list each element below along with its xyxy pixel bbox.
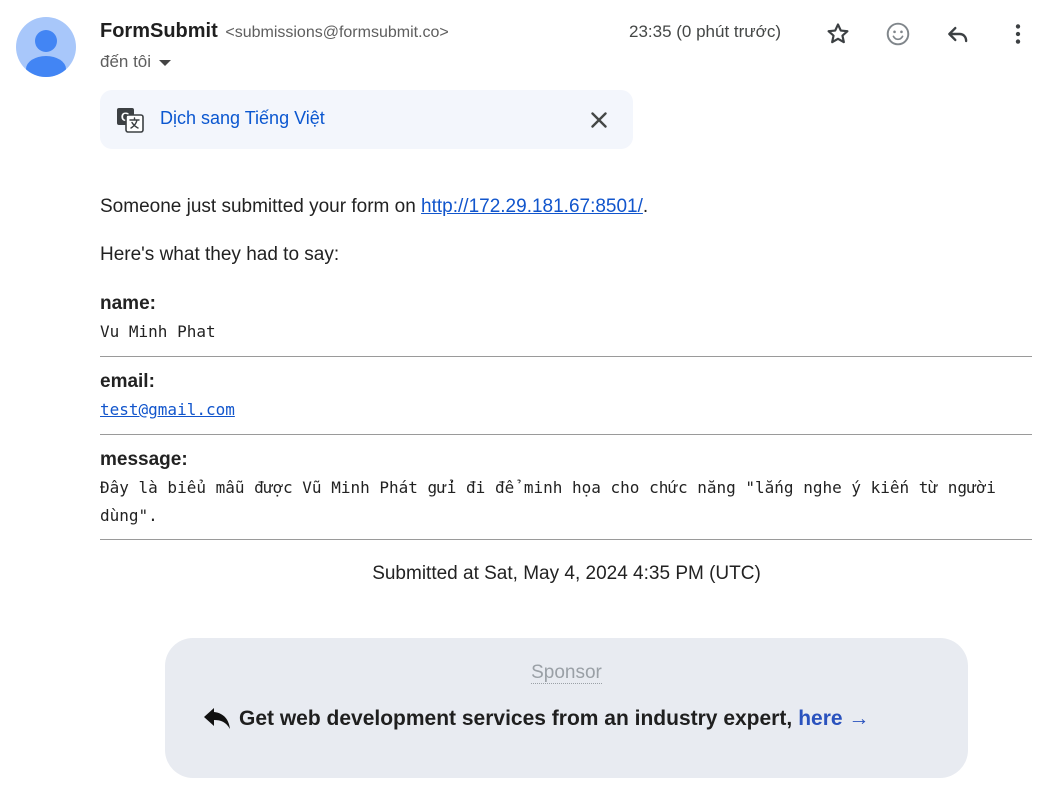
emoji-icon xyxy=(886,22,910,46)
email-value-link[interactable]: test@gmail.com xyxy=(100,400,235,419)
timestamp: 23:35 (0 phút trước) xyxy=(629,22,781,41)
email-label: email: xyxy=(100,371,155,392)
avatar-icon xyxy=(26,30,66,77)
intro-text: Someone just submitted your form on http… xyxy=(100,196,648,218)
recipient-label: đến tôi xyxy=(100,52,152,71)
star-icon xyxy=(827,23,849,44)
translate-bar: G Dịch sang Tiếng Việt xyxy=(100,90,633,149)
sender-email: <submissions@formsubmit.co> xyxy=(225,24,449,41)
reply-button[interactable] xyxy=(940,16,976,52)
sponsor-text: Get web development services from an ind… xyxy=(239,707,793,730)
recipient-details-toggle[interactable]: đến tôi xyxy=(100,52,172,72)
divider xyxy=(100,434,1032,435)
name-label: name: xyxy=(100,293,156,314)
divider xyxy=(100,356,1032,357)
sponsor-card: Sponsor Get web development services fro… xyxy=(165,638,968,778)
email-value: test@gmail.com xyxy=(100,400,235,419)
close-icon[interactable] xyxy=(586,107,612,133)
message-label: message: xyxy=(100,449,188,470)
sender-line: FormSubmit <submissions@formsubmit.co> xyxy=(100,20,449,43)
divider xyxy=(100,539,1032,540)
intro-suffix: . xyxy=(642,196,649,217)
more-icon xyxy=(1015,24,1021,44)
star-button[interactable] xyxy=(820,16,856,52)
more-options-button[interactable] xyxy=(1000,16,1036,52)
lead-text: Here's what they had to say: xyxy=(100,244,340,265)
message-value: Đây là biểu mẫu được Vũ Minh Phát gửi đi… xyxy=(100,478,996,525)
translate-icon: G xyxy=(117,108,144,133)
sender-name[interactable]: FormSubmit xyxy=(100,20,218,42)
sponsor-line: Get web development services from an ind… xyxy=(201,704,869,734)
sender-avatar[interactable] xyxy=(16,17,76,77)
add-reaction-button[interactable] xyxy=(880,16,916,52)
reply-icon xyxy=(948,26,968,43)
chevron-down-icon xyxy=(159,60,172,66)
form-url-link[interactable]: http://172.29.181.67:8501/ xyxy=(421,196,643,217)
sponsor-title-text: Sponsor xyxy=(531,662,602,684)
sponsor-title: Sponsor xyxy=(165,662,968,684)
reply-arrow-icon xyxy=(204,708,230,729)
submitted-timestamp: Submitted at Sat, May 4, 2024 4:35 PM (U… xyxy=(372,563,761,584)
name-value: Vu Minh Phat xyxy=(100,322,216,341)
sponsor-link[interactable]: here → xyxy=(798,707,869,731)
translate-link[interactable]: Dịch sang Tiếng Việt xyxy=(160,108,325,129)
intro-prefix: Someone just submitted your form on xyxy=(100,196,422,217)
